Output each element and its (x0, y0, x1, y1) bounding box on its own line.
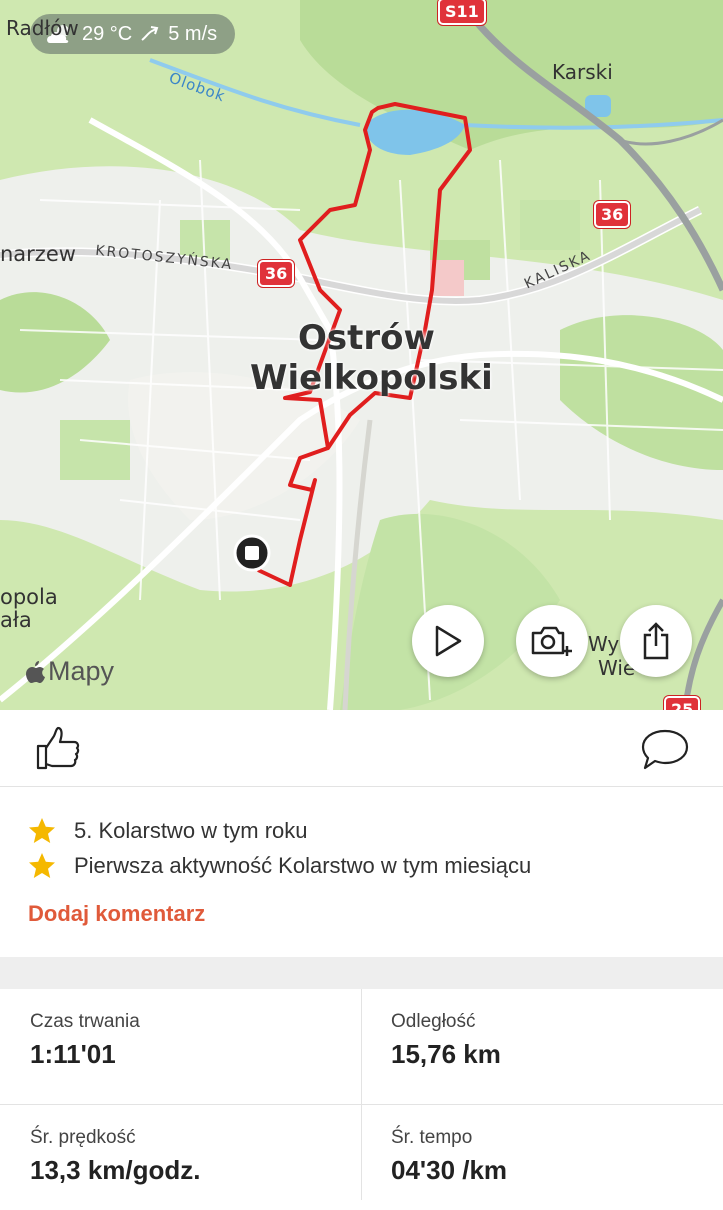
achievement-item: 5. Kolarstwo w tym roku (28, 817, 308, 845)
road-shield-36: 36 (594, 201, 631, 228)
stat-avg-pace: Śr. tempo 04'30 /km (361, 1105, 722, 1210)
stat-label: Czas trwania (30, 1011, 140, 1032)
comment-bubble-icon[interactable] (640, 728, 690, 772)
map-attribution-text: Mapy (48, 656, 115, 686)
map-label-karski: Karski (552, 60, 613, 84)
apple-logo-icon (26, 660, 45, 683)
wind-arrow-icon (141, 26, 159, 41)
section-separator (0, 957, 723, 989)
route-map[interactable]: 29 °C 5 m/s Radłów Karski Olobok narzew … (0, 0, 723, 710)
thumbs-up-icon[interactable] (34, 724, 82, 772)
camera-add-icon (531, 626, 572, 656)
map-label-wy: Wy (588, 632, 620, 656)
road-shield-36: 36 (258, 260, 295, 287)
add-photo-button[interactable] (516, 605, 588, 677)
map-attribution: Mapy (26, 656, 114, 687)
map-label-topola: opola (0, 585, 58, 609)
achievements-section: 5. Kolarstwo w tym roku Pierwsza aktywno… (0, 787, 723, 957)
map-label-marzew: narzew (0, 242, 76, 266)
add-comment-link[interactable]: Dodaj komentarz (28, 901, 205, 927)
city-label-line1: Ostrów (298, 318, 435, 358)
achievement-text: Pierwsza aktywność Kolarstwo w tym miesi… (74, 853, 532, 878)
share-button[interactable] (620, 605, 692, 677)
weather-wind: 5 m/s (168, 22, 218, 45)
weather-temperature: 29 °C (82, 22, 133, 45)
star-icon (29, 818, 55, 843)
stat-avg-speed: Śr. prędkość 13,3 km/godz. (0, 1105, 361, 1210)
play-flyover-button[interactable] (412, 605, 484, 677)
stat-value: 15,76 km (391, 1039, 501, 1069)
stat-label: Śr. prędkość (30, 1127, 136, 1148)
play-icon (435, 625, 462, 657)
road-shield-s11: S11 (438, 0, 486, 25)
achievement-item: Pierwsza aktywność Kolarstwo w tym miesi… (28, 852, 531, 880)
stat-label: Śr. tempo (391, 1127, 473, 1148)
map-label-radlow: Radłów (6, 16, 79, 40)
achievement-text: 5. Kolarstwo w tym roku (74, 818, 308, 843)
stat-duration: Czas trwania 1:11'01 (0, 989, 361, 1094)
route-end-marker (233, 534, 271, 572)
stat-label: Odległość (391, 1011, 476, 1032)
activity-stats: Czas trwania 1:11'01 Odległość 15,76 km … (0, 989, 723, 1200)
grid-divider (0, 1104, 723, 1105)
grid-divider (361, 989, 362, 1200)
stat-distance: Odległość 15,76 km (361, 989, 722, 1094)
city-label-line2: Wielkopolski (250, 358, 493, 398)
stat-value: 13,3 km/godz. (30, 1155, 201, 1185)
social-actions-bar (0, 710, 723, 786)
share-icon (643, 622, 669, 660)
road-shield-25: 25 (664, 696, 701, 710)
star-icon (29, 853, 55, 878)
map-label-mala: ała (0, 608, 32, 632)
stat-value: 1:11'01 (30, 1039, 116, 1069)
stat-value: 04'30 /km (391, 1155, 508, 1185)
